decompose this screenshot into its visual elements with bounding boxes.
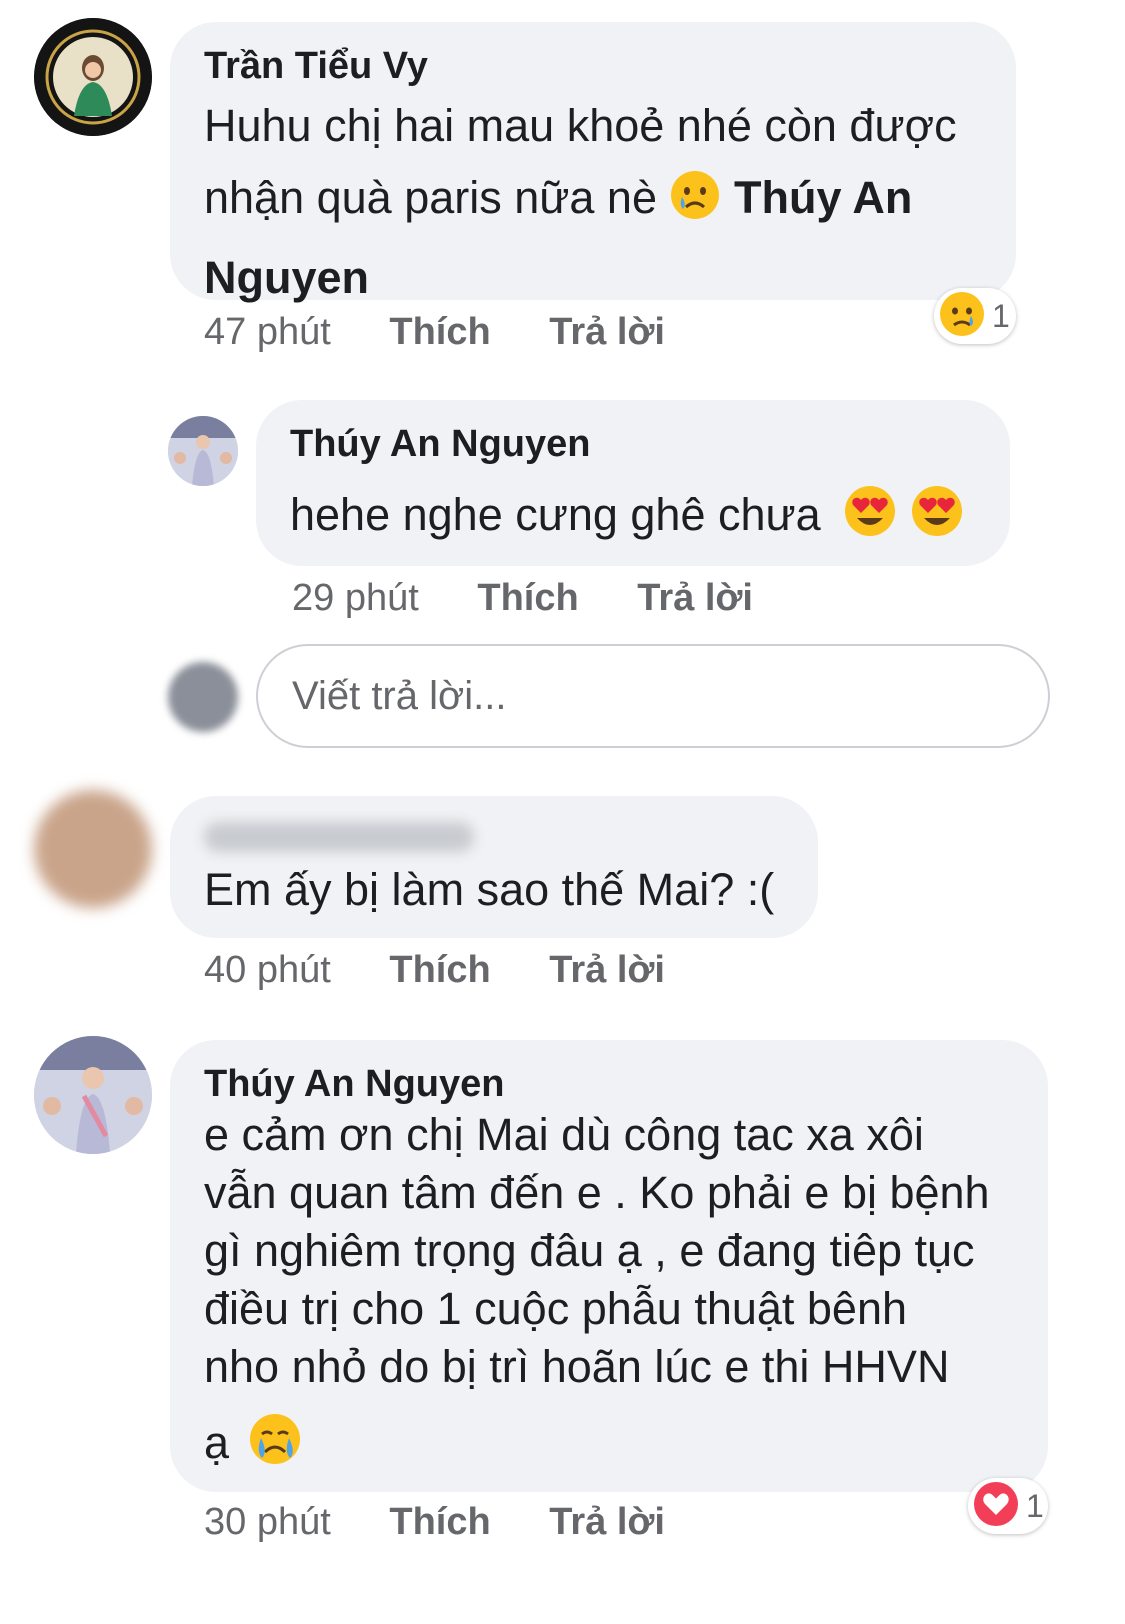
avatar-image	[168, 416, 238, 486]
comment-author[interactable]	[204, 818, 784, 856]
comment-text-line: gì nghiêm trọng đâu ạ , e đang tiêp tục	[204, 1225, 975, 1276]
reply-button[interactable]: Trả lời	[549, 1500, 665, 1544]
like-button[interactable]: Thích	[389, 1500, 490, 1544]
like-button[interactable]: Thích	[389, 948, 490, 992]
comment-actions: 47 phút Thích Trả lời	[204, 310, 665, 354]
reply-button[interactable]: Trả lời	[549, 310, 665, 354]
comment-text: e cảm ơn chị Mai dù công tac xa xôi vẫn …	[204, 1106, 1014, 1480]
comment-text-line: điều trị cho 1 cuộc phẫu thuật bênh	[204, 1283, 908, 1334]
reaction-badge[interactable]: 1	[934, 288, 1016, 344]
crying-emoji-icon	[669, 169, 721, 236]
comment-bubble[interactable]: Em ấy bị làm sao thế Mai? :(	[170, 796, 818, 938]
avatar[interactable]	[34, 790, 152, 908]
comment-bubble[interactable]: Trần Tiểu Vy Huhu chị hai mau khoẻ nhé c…	[170, 22, 1016, 303]
mention-link[interactable]: Nguyen	[204, 248, 982, 308]
avatar[interactable]	[34, 1036, 152, 1154]
comment-author[interactable]: Trần Tiểu Vy	[204, 44, 982, 88]
mention-link[interactable]: Thúy An	[734, 172, 912, 223]
avatar[interactable]	[34, 18, 152, 136]
comment-actions: 29 phút Thích Trả lời	[292, 576, 753, 620]
comment-time[interactable]: 29 phút	[292, 576, 419, 620]
avatar[interactable]	[168, 416, 238, 486]
sad-reaction-icon	[938, 290, 986, 343]
reaction-count: 1	[1026, 1487, 1044, 1524]
avatar-image	[34, 18, 152, 136]
comment-text-line: e cảm ơn chị Mai dù công tac xa xôi	[204, 1109, 924, 1160]
heart-eyes-emoji-icon	[910, 484, 964, 553]
comment-text-line: Huhu chị hai mau khoẻ nhé còn được	[204, 100, 957, 151]
comment-text-part: hehe nghe cưng ghê chưa	[290, 489, 821, 540]
blurred-name	[204, 822, 474, 852]
comment-text-part: nhận quà paris nữa nè	[204, 172, 657, 223]
comment-bubble[interactable]: Thúy An Nguyen e cảm ơn chị Mai dù công …	[170, 1040, 1048, 1492]
reply-button[interactable]: Trả lời	[549, 948, 665, 992]
comment-text: Em ấy bị làm sao thế Mai? :(	[204, 864, 775, 915]
comment-time[interactable]: 30 phút	[204, 1500, 331, 1544]
comment-author[interactable]: Thúy An Nguyen	[290, 422, 976, 466]
like-button[interactable]: Thích	[477, 576, 578, 620]
comment-time[interactable]: 40 phút	[204, 948, 331, 992]
avatar	[168, 662, 238, 732]
like-button[interactable]: Thích	[389, 310, 490, 354]
comment-actions: 30 phút Thích Trả lời	[204, 1500, 665, 1544]
comment-text-line: nhận quà paris nữa nè Thúy An	[204, 168, 982, 236]
heart-reaction-icon	[972, 1480, 1020, 1533]
comment-time[interactable]: 47 phút	[204, 310, 331, 354]
comment-text-line: nho nhỏ do bị trì hoãn lúc e thi HHVN	[204, 1341, 950, 1392]
avatar-image	[34, 1036, 152, 1154]
comment-text: hehe nghe cưng ghê chưa	[290, 484, 976, 553]
heart-eyes-emoji-icon	[843, 484, 897, 553]
comment-bubble[interactable]: Thúy An Nguyen hehe nghe cưng ghê chưa	[256, 400, 1010, 566]
reply-input-placeholder: Viết trả lời...	[292, 673, 507, 718]
reaction-count: 1	[992, 297, 1010, 334]
comment-text-part: ạ	[204, 1417, 230, 1468]
comment-actions: 40 phút Thích Trả lời	[204, 948, 665, 992]
comment-text-line: vẫn quan tâm đến e . Ko phải e bị bệnh	[204, 1167, 990, 1218]
reply-button[interactable]: Trả lời	[637, 576, 753, 620]
crying-emoji-icon	[248, 1412, 302, 1480]
comment-author[interactable]: Thúy An Nguyen	[204, 1062, 1014, 1106]
comment-text-line: ạ	[204, 1412, 1014, 1480]
reaction-badge[interactable]: 1	[968, 1478, 1048, 1534]
comment-text: Huhu chị hai mau khoẻ nhé còn được nhận …	[204, 96, 982, 308]
reply-input[interactable]: Viết trả lời...	[256, 644, 1050, 748]
